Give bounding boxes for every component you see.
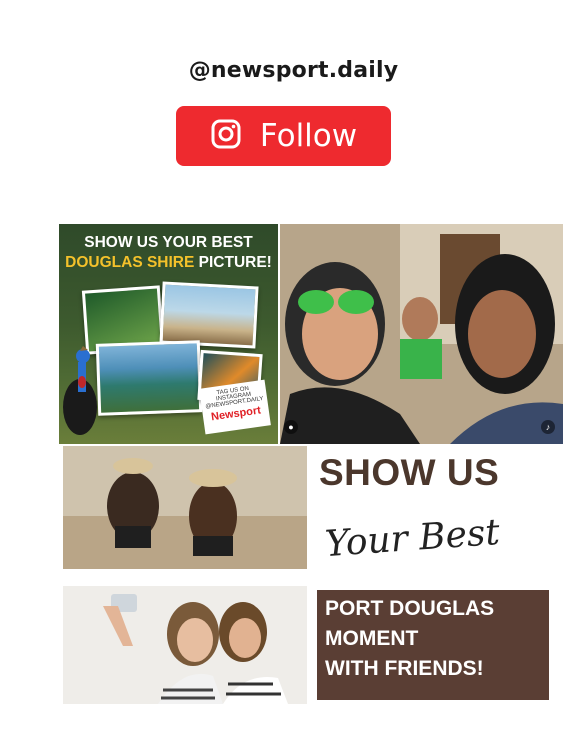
- post-tile-show-us[interactable]: SHOW US Your Best PORT DOUGLAS MOMENT WI…: [311, 446, 563, 702]
- friends-selfie-photo: [63, 586, 307, 704]
- cassowary-icon: [63, 346, 97, 435]
- user-tag-icon[interactable]: ●: [284, 420, 298, 434]
- follow-button[interactable]: Follow: [176, 106, 391, 166]
- sound-icon[interactable]: ♪: [541, 420, 555, 434]
- post-tile-selfie[interactable]: ● ♪: [280, 224, 563, 444]
- post-caption-box: PORT DOUGLAS MOMENT WITH FRIENDS!: [317, 590, 549, 700]
- instagram-tag-card: TAG US ON INSTAGRAM @NEWSPORT.DAILY News…: [199, 379, 271, 435]
- post-script-text: Your Best: [323, 511, 502, 566]
- post-title-line1: SHOW US YOUR BEST: [84, 234, 253, 251]
- selfie-photo: [280, 224, 563, 444]
- post-tile-douglas-shire[interactable]: SHOW US YOUR BEST DOUGLAS SHIRE PICTURE!…: [59, 224, 278, 444]
- post-title-line2: DOUGLAS SHIRE PICTURE!: [65, 254, 272, 271]
- post-tile-beach[interactable]: [63, 446, 307, 569]
- beach-photo: [159, 281, 259, 349]
- coast-photo: [95, 340, 203, 416]
- follow-label: Follow: [259, 118, 358, 154]
- post-heading: SHOW US: [319, 452, 500, 493]
- beach-women-photo: [63, 446, 307, 569]
- instagram-icon: [210, 118, 242, 155]
- profile-handle[interactable]: @newsport.daily: [0, 58, 587, 83]
- post-tile-friends-selfie[interactable]: [63, 586, 307, 704]
